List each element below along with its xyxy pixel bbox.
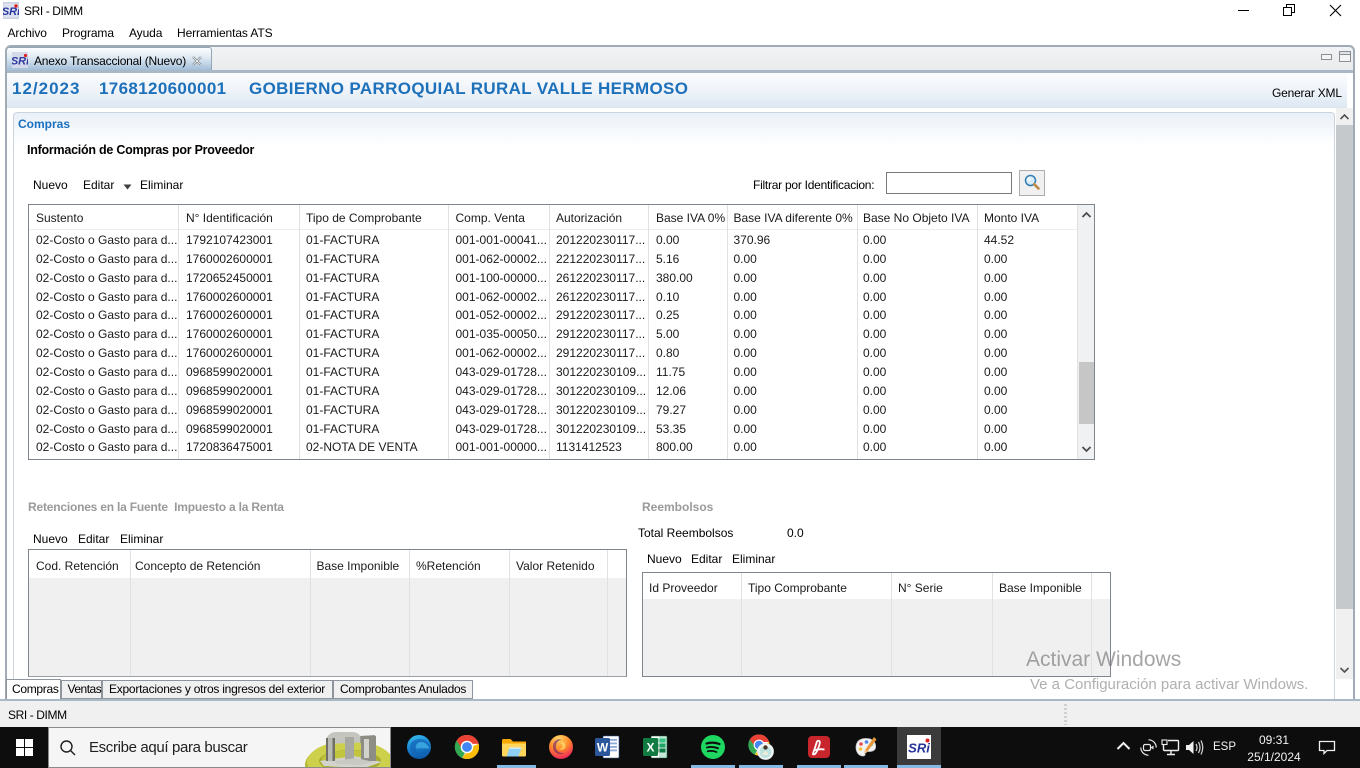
svg-text:SRi: SRi <box>908 741 930 756</box>
svg-text:SRi: SRi <box>12 56 28 68</box>
svg-text:W: W <box>597 741 609 755</box>
svg-text:X: X <box>646 741 654 755</box>
svg-text:SRi: SRi <box>3 6 19 18</box>
